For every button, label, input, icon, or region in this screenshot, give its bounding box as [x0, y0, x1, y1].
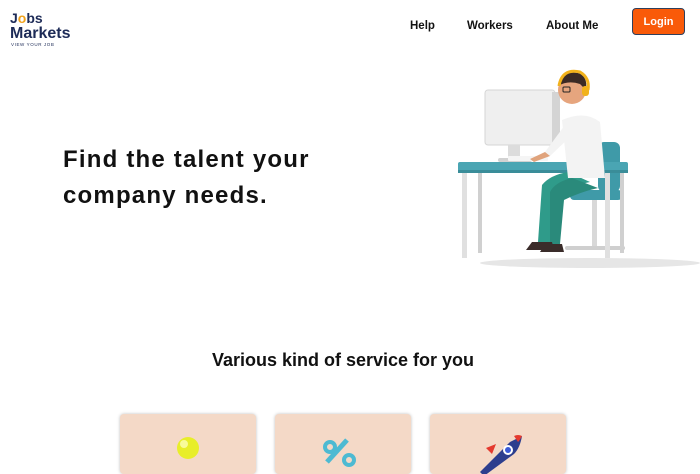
- logo-line2: Markets: [10, 25, 71, 42]
- logo-line1: Jobs: [10, 10, 43, 26]
- nav-link-help[interactable]: Help: [410, 20, 435, 32]
- logo-tagline: VIEW YOUR JOB: [11, 42, 55, 47]
- rocket-icon: [480, 435, 522, 474]
- service-card-1[interactable]: [120, 414, 256, 474]
- lightbulb-icon: [177, 437, 199, 459]
- service-card-3[interactable]: [430, 414, 566, 474]
- nav-link-workers[interactable]: Workers: [467, 20, 513, 32]
- login-button[interactable]: Login: [632, 8, 685, 35]
- services-heading: Various kind of service for you: [211, 350, 475, 370]
- service-card-2[interactable]: [275, 414, 411, 474]
- percent-icon: [323, 438, 356, 467]
- header: Jobs Markets VIEW YOUR JOB Help Workers …: [0, 0, 700, 60]
- hero-title: Find the talent your company needs.: [63, 146, 310, 209]
- nav-link-about-me[interactable]: About Me: [546, 20, 598, 32]
- hero-illustration: [450, 60, 700, 275]
- logo[interactable]: Jobs Markets VIEW YOUR JOB: [10, 11, 82, 49]
